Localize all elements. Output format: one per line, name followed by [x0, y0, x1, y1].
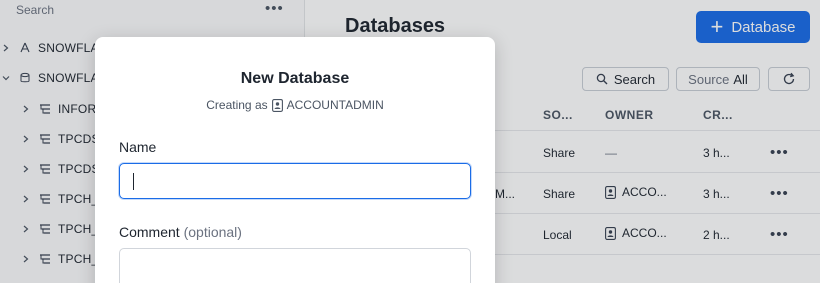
- name-input[interactable]: [120, 164, 470, 198]
- dialog-subtitle: Creating as ACCOUNTADMIN: [95, 98, 495, 112]
- creating-as-label: Creating as: [206, 98, 268, 112]
- new-database-dialog: New Database Creating as ACCOUNTADMIN Na…: [95, 37, 495, 283]
- name-field[interactable]: [119, 163, 471, 199]
- comment-input[interactable]: [120, 249, 470, 283]
- role-name: ACCOUNTADMIN: [286, 98, 384, 112]
- role-icon: [271, 98, 283, 112]
- comment-field[interactable]: [119, 248, 471, 283]
- text-caret: [133, 173, 134, 190]
- comment-label: Comment (optional): [119, 224, 242, 240]
- comment-label-text: Comment: [119, 224, 180, 240]
- dialog-title: New Database: [240, 70, 350, 87]
- optional-hint: (optional): [183, 224, 242, 240]
- name-label: Name: [119, 139, 157, 155]
